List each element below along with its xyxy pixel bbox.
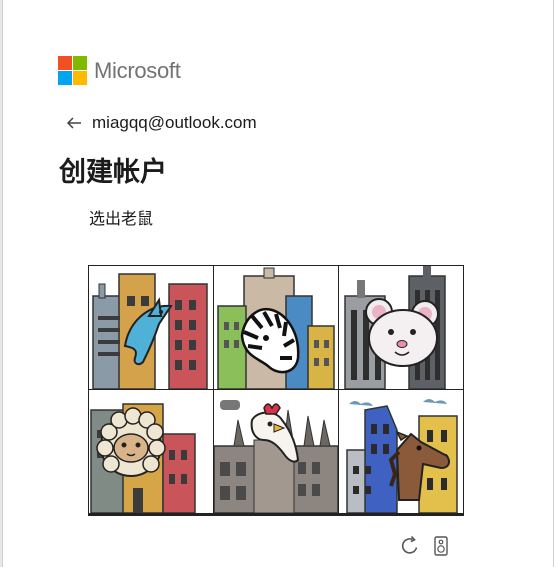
logo-square-green <box>73 56 87 70</box>
captcha-tile-horse[interactable] <box>339 390 463 513</box>
logo-square-blue <box>58 71 72 85</box>
logo-square-red <box>58 56 72 70</box>
identity-banner: miagqq@outlook.com <box>65 113 257 133</box>
identity-email: miagqq@outlook.com <box>92 113 257 132</box>
signup-card: Microsoft miagqq@outlook.com 创建帐户 选出老鼠 <box>2 0 554 567</box>
captcha-tile-chicken[interactable] <box>214 390 338 513</box>
horse-icon <box>346 399 458 513</box>
arrow-left-icon[interactable] <box>65 114 83 132</box>
dolphin-icon <box>92 273 208 389</box>
challenge-prompt: 选出老鼠 <box>89 209 154 228</box>
chicken-icon <box>214 400 338 513</box>
sheep-icon <box>90 403 196 513</box>
microsoft-logo-icon <box>58 56 87 85</box>
refresh-icon[interactable] <box>399 535 421 557</box>
page-title: 创建帐户 <box>59 157 167 188</box>
speaker-icon[interactable] <box>434 536 448 556</box>
captcha-tile-sheep[interactable] <box>89 390 213 513</box>
captcha-tile-dolphin[interactable] <box>89 266 213 389</box>
captcha-grid <box>88 265 464 516</box>
captcha-tile-mouse[interactable] <box>339 266 463 389</box>
logo-square-yellow <box>73 71 87 85</box>
brand-name: Microsoft <box>94 57 181 83</box>
captcha-tile-zebra[interactable] <box>214 266 338 389</box>
captcha-controls <box>399 535 448 557</box>
mouse-icon <box>344 266 446 389</box>
microsoft-logo: Microsoft <box>58 56 181 85</box>
zebra-icon <box>217 267 335 389</box>
